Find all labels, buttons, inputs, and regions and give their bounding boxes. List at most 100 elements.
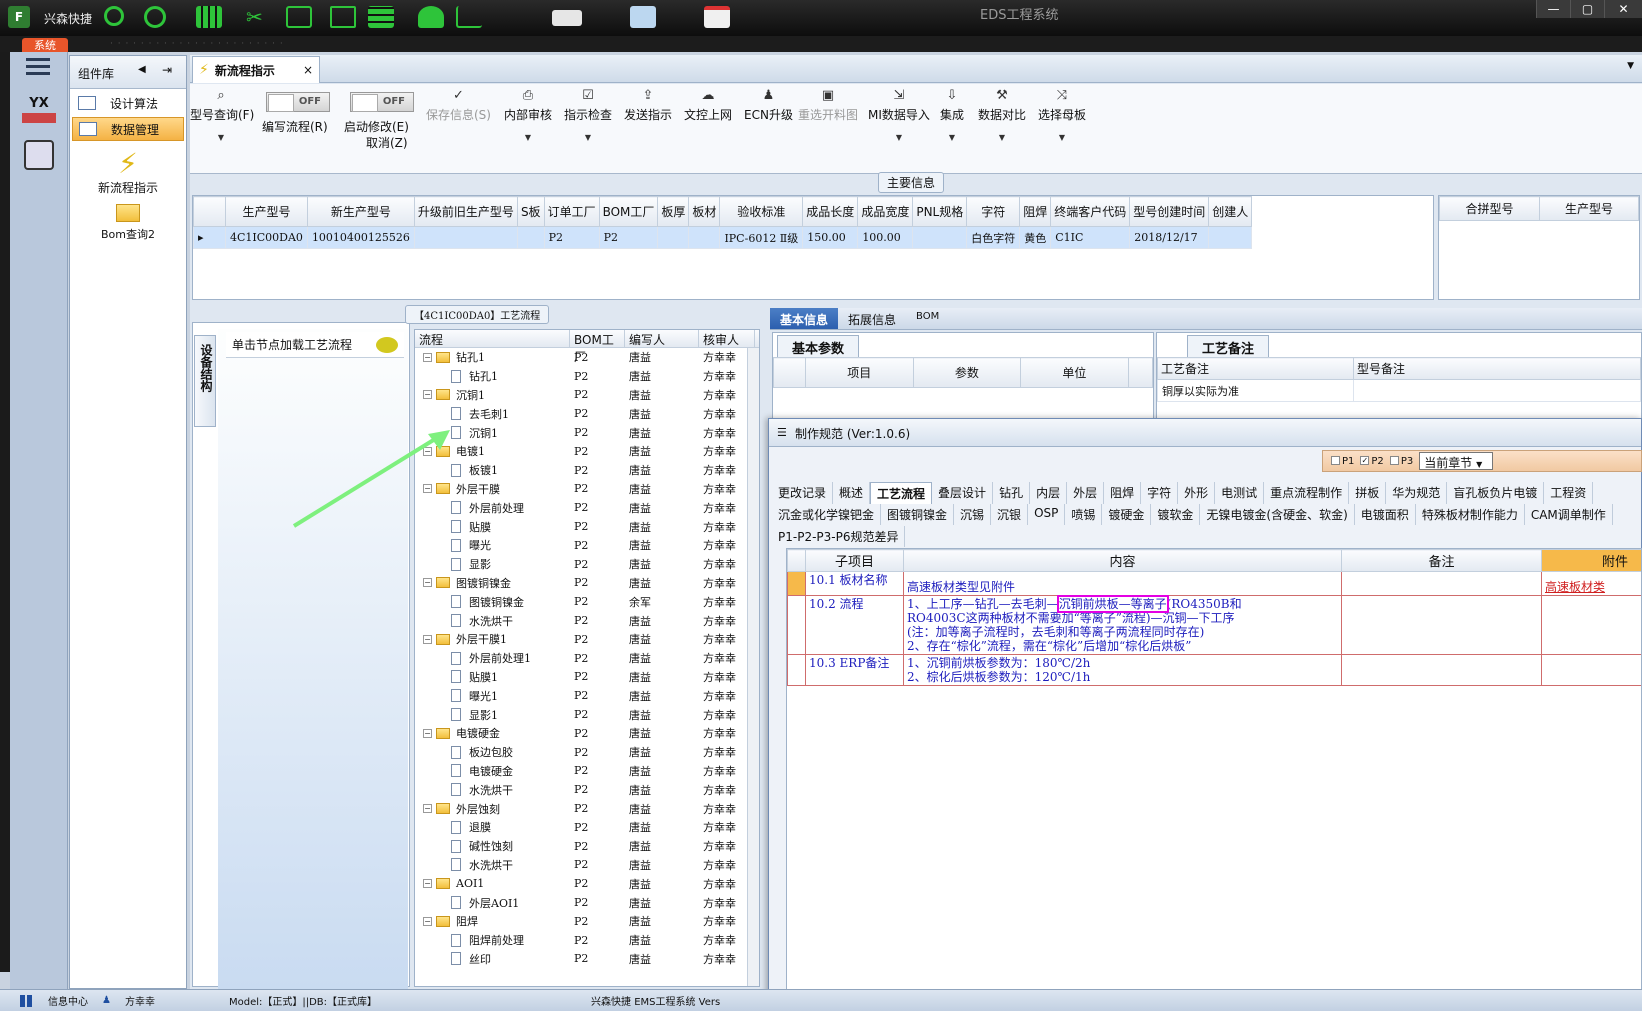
spec-tab[interactable]: 沉银: [991, 504, 1029, 525]
modify-toggle[interactable]: OFF: [350, 92, 414, 112]
craft-note-field[interactable]: 铜厚以实际为准: [1157, 379, 1354, 402]
spec-tab[interactable]: CAM调单制作: [1525, 504, 1613, 525]
tree-col-header[interactable]: 核审人: [699, 330, 755, 347]
close-button[interactable]: ✕: [1604, 0, 1642, 18]
spec-tab[interactable]: 钻孔: [993, 482, 1031, 504]
tree-scrollbar[interactable]: [747, 348, 759, 986]
spec-tab[interactable]: 概述: [833, 482, 871, 504]
tree-row[interactable]: − 钻孔1 P2 唐益 方幸幸: [415, 348, 759, 367]
tab-craft-notes[interactable]: 工艺备注: [1187, 335, 1270, 359]
main-cell[interactable]: P2: [598, 226, 659, 249]
main-cell[interactable]: [516, 226, 545, 249]
tree-row[interactable]: 外层AOI1 P2 唐益 方幸幸: [415, 893, 759, 912]
main-col-header[interactable]: 板厚: [657, 196, 690, 227]
tree-row[interactable]: − 沉铜1 P2 唐益 方幸幸: [415, 386, 759, 405]
upload-doc-button[interactable]: ☁ 文控上网: [684, 88, 732, 123]
tree-node[interactable]: − 阻焊: [415, 913, 570, 929]
tree-row[interactable]: 水洗烘干 P2 唐益 方幸幸: [415, 780, 759, 799]
spec-tab[interactable]: 工艺流程: [870, 482, 933, 504]
spec-tab[interactable]: 华为规范: [1386, 482, 1448, 504]
spec-tab[interactable]: 阻焊: [1104, 482, 1142, 504]
spec-tab[interactable]: 拼板: [1349, 482, 1387, 504]
spec-tab[interactable]: 喷锡: [1065, 504, 1103, 525]
mi-import-button[interactable]: ⇲ MI数据导入 ▼: [868, 88, 930, 142]
spec-tab[interactable]: 电测试: [1215, 482, 1265, 504]
main-col-header[interactable]: 验收标准: [719, 196, 804, 227]
save-info-button[interactable]: ✓ 保存信息(S): [426, 88, 491, 123]
tree-row[interactable]: 钻孔1 P2 唐益 方幸幸: [415, 367, 759, 386]
main-col-header[interactable]: 生产型号: [225, 196, 308, 227]
main-cell[interactable]: [912, 226, 968, 249]
tree-node[interactable]: 退膜: [415, 819, 570, 835]
spec-tab[interactable]: 外形: [1178, 482, 1216, 504]
main-cell[interactable]: 黄色: [1019, 226, 1052, 249]
tree-node[interactable]: − 钻孔1: [415, 349, 570, 365]
tree-node[interactable]: 水洗烘干: [415, 857, 570, 873]
tree-row[interactable]: 显影 P2 唐益 方幸幸: [415, 555, 759, 574]
tree-node[interactable]: 曝光: [415, 537, 570, 553]
main-col-header[interactable]: 成品长度: [802, 196, 859, 227]
spec-tab[interactable]: 外层: [1067, 482, 1105, 504]
ecn-upgrade-button[interactable]: ♟ ECN升级: [744, 88, 793, 123]
main-col-header[interactable]: 成品宽度: [857, 196, 914, 227]
tree-node[interactable]: − 外层蚀刻: [415, 801, 570, 817]
bom-query-shortcut[interactable]: Bom查询2: [70, 204, 186, 242]
tree-row[interactable]: 电镀硬金 P2 唐益 方幸幸: [415, 762, 759, 781]
calculator-icon[interactable]: [24, 140, 54, 170]
chart-icon[interactable]: [456, 6, 482, 28]
film-icon[interactable]: [286, 6, 312, 28]
tree-row[interactable]: − 电镀硬金 P2 唐益 方幸幸: [415, 724, 759, 743]
tree-row[interactable]: 贴膜1 P2 唐益 方幸幸: [415, 668, 759, 687]
spec-tab[interactable]: 特殊板材制作能力: [1416, 504, 1525, 525]
data-compare-button[interactable]: ⚒ 数据对比 ▼: [978, 88, 1026, 142]
main-cell[interactable]: [657, 226, 690, 249]
component-item-data[interactable]: 数据管理: [72, 117, 184, 141]
main-cell[interactable]: C1IC: [1050, 226, 1131, 249]
document-icon[interactable]: [630, 6, 656, 28]
params-col-header[interactable]: 参数: [912, 357, 1022, 388]
p1-checkbox[interactable]: P1: [1331, 456, 1354, 467]
tree-row[interactable]: 显影1 P2 唐益 方幸幸: [415, 705, 759, 724]
p2-checkbox[interactable]: ✓ P2: [1360, 456, 1384, 467]
tree-row[interactable]: − 图镀铜镍金 P2 唐益 方幸幸: [415, 574, 759, 593]
menu-icon[interactable]: [26, 58, 50, 76]
tree-node[interactable]: 显影1: [415, 707, 570, 723]
tree-row[interactable]: 板边包胶 P2 唐益 方幸幸: [415, 743, 759, 762]
tree-node[interactable]: 阻焊前处理: [415, 932, 570, 948]
spec-row[interactable]: 10.1 板材名称 高速板材类型见附件 高速板材类: [787, 571, 1641, 596]
main-col-header[interactable]: 型号创建时间: [1129, 196, 1210, 227]
tab-new-flow[interactable]: ⚡ 新流程指示 ×: [192, 56, 320, 83]
reselect-cut-button[interactable]: ▣ 重选开料图: [798, 88, 858, 123]
send-instruction-button[interactable]: ⇪ 发送指示: [624, 88, 672, 123]
expand-icon[interactable]: −: [423, 879, 432, 889]
expand-icon[interactable]: −: [423, 352, 432, 362]
tree-node[interactable]: 显影: [415, 556, 570, 572]
main-cell[interactable]: [413, 226, 518, 249]
tab-basic-params[interactable]: 基本参数: [777, 335, 860, 359]
spec-col-header[interactable]: 子项目: [805, 549, 904, 572]
collapse-icon[interactable]: ◀: [138, 64, 146, 75]
model-query-button[interactable]: ⌕ 型号查询(F) ▼: [190, 88, 254, 142]
expand-icon[interactable]: −: [423, 916, 432, 926]
calendar-icon[interactable]: [704, 6, 730, 28]
tree-row[interactable]: 碱性蚀刻 P2 唐益 方幸幸: [415, 837, 759, 856]
scissors-icon[interactable]: ✂: [246, 6, 272, 28]
tree-col-header[interactable]: 编写人: [625, 330, 699, 347]
tree-col-header[interactable]: BOM工厂: [570, 330, 625, 364]
tree-col-header[interactable]: 流程: [415, 330, 570, 347]
tree-row[interactable]: 曝光1 P2 唐益 方幸幸: [415, 686, 759, 705]
tab-extended-info[interactable]: 拓展信息: [838, 308, 906, 329]
tree-node[interactable]: 外层AOI1: [415, 895, 570, 911]
notes-col-header[interactable]: 型号备注: [1353, 357, 1641, 380]
spec-tab[interactable]: OSP: [1028, 504, 1066, 525]
tree-row[interactable]: 阻焊前处理 P2 唐益 方幸幸: [415, 931, 759, 950]
main-cell[interactable]: IPC-6012 Ⅱ级: [719, 226, 804, 249]
maximize-button[interactable]: ▢: [1570, 0, 1604, 18]
copy-icon[interactable]: [330, 6, 356, 28]
search-icon[interactable]: [104, 6, 124, 26]
spec-tab[interactable]: 镀软金: [1151, 504, 1201, 525]
spec-tab[interactable]: 更改记录: [772, 482, 834, 504]
main-col-header[interactable]: 阻焊: [1019, 196, 1052, 227]
tree-row[interactable]: − 阻焊 P2 唐益 方幸幸: [415, 912, 759, 931]
new-flow-shortcut[interactable]: ⚡ 新流程指示: [70, 149, 186, 196]
